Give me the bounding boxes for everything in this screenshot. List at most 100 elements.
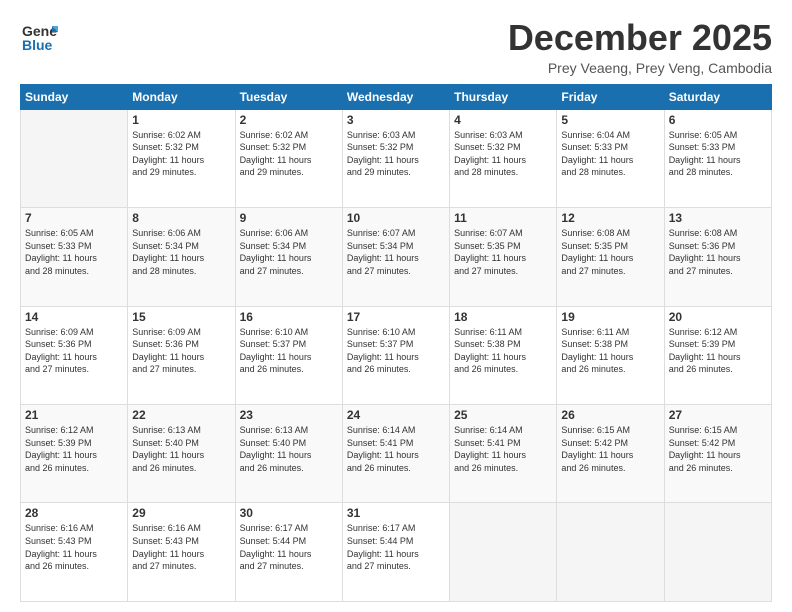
day-number: 9 — [240, 211, 338, 225]
day-number: 24 — [347, 408, 445, 422]
day-number: 18 — [454, 310, 552, 324]
table-row: 4 Sunrise: 6:03 AM Sunset: 5:32 PM Daylig… — [450, 109, 557, 207]
table-row: 14 Sunrise: 6:09 AM Sunset: 5:36 PM Dayli… — [21, 306, 128, 404]
day-number: 2 — [240, 113, 338, 127]
day-number: 26 — [561, 408, 659, 422]
table-row: 5 Sunrise: 6:04 AM Sunset: 5:33 PM Daylig… — [557, 109, 664, 207]
day-info: Sunrise: 6:16 AM Sunset: 5:43 PM Dayligh… — [132, 522, 230, 572]
table-row: 30Sunrise: 6:17 AM Sunset: 5:44 PM Dayli… — [235, 503, 342, 602]
logo: General Blue — [20, 18, 58, 56]
col-sunday: Sunday — [21, 84, 128, 109]
title-section: December 2025 Prey Veaeng, Prey Veng, Ca… — [508, 18, 772, 76]
day-number: 10 — [347, 211, 445, 225]
day-info: Sunrise: 6:17 AM Sunset: 5:44 PM Dayligh… — [347, 522, 445, 572]
day-number: 28 — [25, 506, 123, 520]
table-row: 28 Sunrise: 6:16 AM Sunset: 5:43 PM Dayli… — [21, 503, 128, 602]
table-row: 12Sunrise: 6:08 AM Sunset: 5:35 PM Dayli… — [557, 208, 664, 306]
day-info: Sunrise: 6:17 AM Sunset: 5:44 PM Dayligh… — [240, 522, 338, 572]
table-row: 29Sunrise: 6:16 AM Sunset: 5:43 PM Dayli… — [128, 503, 235, 602]
table-row — [21, 109, 128, 207]
day-info: Sunrise: 6:02 AM Sunset: 5:32 PM Dayligh… — [240, 129, 338, 179]
table-row: 15 Sunrise: 6:09 AM Sunset: 5:36 PM Dayli… — [128, 306, 235, 404]
table-row: 21 Sunrise: 6:12 AM Sunset: 5:39 PM Dayli… — [21, 405, 128, 503]
day-info: Sunrise: 6:10 AM Sunset: 5:37 PM Dayligh… — [347, 326, 445, 376]
day-number: 11 — [454, 211, 552, 225]
table-row: 27 Sunrise: 6:15 AM Sunset: 5:42 PM Dayli… — [664, 405, 771, 503]
day-number: 27 — [669, 408, 767, 422]
table-row: 23 Sunrise: 6:13 AM Sunset: 5:40 PM Dayli… — [235, 405, 342, 503]
day-info: Sunrise: 6:03 AM Sunset: 5:32 PM Dayligh… — [454, 129, 552, 179]
day-info: Sunrise: 6:05 AM Sunset: 5:33 PM Dayligh… — [25, 227, 123, 277]
day-number: 31 — [347, 506, 445, 520]
subtitle: Prey Veaeng, Prey Veng, Cambodia — [508, 60, 772, 76]
table-row: 17Sunrise: 6:10 AM Sunset: 5:37 PM Dayli… — [342, 306, 449, 404]
day-number: 4 — [454, 113, 552, 127]
day-info: Sunrise: 6:09 AM Sunset: 5:36 PM Dayligh… — [132, 326, 230, 376]
day-number: 7 — [25, 211, 123, 225]
day-number: 19 — [561, 310, 659, 324]
day-info: Sunrise: 6:02 AM Sunset: 5:32 PM Dayligh… — [132, 129, 230, 179]
day-number: 13 — [669, 211, 767, 225]
day-number: 14 — [25, 310, 123, 324]
table-row: 25Sunrise: 6:14 AM Sunset: 5:41 PM Dayli… — [450, 405, 557, 503]
table-row: 16 Sunrise: 6:10 AM Sunset: 5:37 PM Dayli… — [235, 306, 342, 404]
day-info: Sunrise: 6:12 AM Sunset: 5:39 PM Dayligh… — [25, 424, 123, 474]
day-info: Sunrise: 6:16 AM Sunset: 5:43 PM Dayligh… — [25, 522, 123, 572]
table-row: 13 Sunrise: 6:08 AM Sunset: 5:36 PM Dayli… — [664, 208, 771, 306]
day-info: Sunrise: 6:03 AM Sunset: 5:32 PM Dayligh… — [347, 129, 445, 179]
table-row: 7 Sunrise: 6:05 AM Sunset: 5:33 PM Daylig… — [21, 208, 128, 306]
day-info: Sunrise: 6:09 AM Sunset: 5:36 PM Dayligh… — [25, 326, 123, 376]
table-row: 2 Sunrise: 6:02 AM Sunset: 5:32 PM Daylig… — [235, 109, 342, 207]
table-row: 9Sunrise: 6:06 AM Sunset: 5:34 PM Daylig… — [235, 208, 342, 306]
table-row: 19 Sunrise: 6:11 AM Sunset: 5:38 PM Dayli… — [557, 306, 664, 404]
day-info: Sunrise: 6:14 AM Sunset: 5:41 PM Dayligh… — [347, 424, 445, 474]
day-info: Sunrise: 6:11 AM Sunset: 5:38 PM Dayligh… — [561, 326, 659, 376]
col-friday: Friday — [557, 84, 664, 109]
svg-text:Blue: Blue — [22, 37, 53, 53]
day-info: Sunrise: 6:13 AM Sunset: 5:40 PM Dayligh… — [240, 424, 338, 474]
table-row: 26 Sunrise: 6:15 AM Sunset: 5:42 PM Dayli… — [557, 405, 664, 503]
day-info: Sunrise: 6:10 AM Sunset: 5:37 PM Dayligh… — [240, 326, 338, 376]
day-number: 16 — [240, 310, 338, 324]
day-info: Sunrise: 6:15 AM Sunset: 5:42 PM Dayligh… — [561, 424, 659, 474]
col-tuesday: Tuesday — [235, 84, 342, 109]
day-info: Sunrise: 6:08 AM Sunset: 5:36 PM Dayligh… — [669, 227, 767, 277]
table-row — [557, 503, 664, 602]
day-number: 15 — [132, 310, 230, 324]
day-info: Sunrise: 6:07 AM Sunset: 5:35 PM Dayligh… — [454, 227, 552, 277]
table-row: 8 Sunrise: 6:06 AM Sunset: 5:34 PM Daylig… — [128, 208, 235, 306]
table-row: 1 Sunrise: 6:02 AM Sunset: 5:32 PM Daylig… — [128, 109, 235, 207]
header-row: Sunday Monday Tuesday Wednesday Thursday… — [21, 84, 772, 109]
calendar-table: Sunday Monday Tuesday Wednesday Thursday… — [20, 84, 772, 602]
day-info: Sunrise: 6:07 AM Sunset: 5:34 PM Dayligh… — [347, 227, 445, 277]
day-number: 3 — [347, 113, 445, 127]
day-info: Sunrise: 6:04 AM Sunset: 5:33 PM Dayligh… — [561, 129, 659, 179]
table-row: 3 Sunrise: 6:03 AM Sunset: 5:32 PM Daylig… — [342, 109, 449, 207]
day-number: 1 — [132, 113, 230, 127]
day-info: Sunrise: 6:13 AM Sunset: 5:40 PM Dayligh… — [132, 424, 230, 474]
table-row: 6Sunrise: 6:05 AM Sunset: 5:33 PM Daylig… — [664, 109, 771, 207]
day-info: Sunrise: 6:06 AM Sunset: 5:34 PM Dayligh… — [132, 227, 230, 277]
table-row: 11 Sunrise: 6:07 AM Sunset: 5:35 PM Dayli… — [450, 208, 557, 306]
month-title: December 2025 — [508, 18, 772, 58]
col-wednesday: Wednesday — [342, 84, 449, 109]
day-number: 8 — [132, 211, 230, 225]
table-row: 18Sunrise: 6:11 AM Sunset: 5:38 PM Dayli… — [450, 306, 557, 404]
col-saturday: Saturday — [664, 84, 771, 109]
table-row: 22 Sunrise: 6:13 AM Sunset: 5:40 PM Dayli… — [128, 405, 235, 503]
col-thursday: Thursday — [450, 84, 557, 109]
day-info: Sunrise: 6:15 AM Sunset: 5:42 PM Dayligh… — [669, 424, 767, 474]
day-number: 5 — [561, 113, 659, 127]
day-number: 20 — [669, 310, 767, 324]
table-row: 20Sunrise: 6:12 AM Sunset: 5:39 PM Dayli… — [664, 306, 771, 404]
day-number: 6 — [669, 113, 767, 127]
day-number: 21 — [25, 408, 123, 422]
table-row — [664, 503, 771, 602]
col-monday: Monday — [128, 84, 235, 109]
day-number: 23 — [240, 408, 338, 422]
day-info: Sunrise: 6:14 AM Sunset: 5:41 PM Dayligh… — [454, 424, 552, 474]
day-number: 22 — [132, 408, 230, 422]
table-row: 24 Sunrise: 6:14 AM Sunset: 5:41 PM Dayli… — [342, 405, 449, 503]
table-row — [450, 503, 557, 602]
logo-icon: General Blue — [20, 18, 58, 56]
